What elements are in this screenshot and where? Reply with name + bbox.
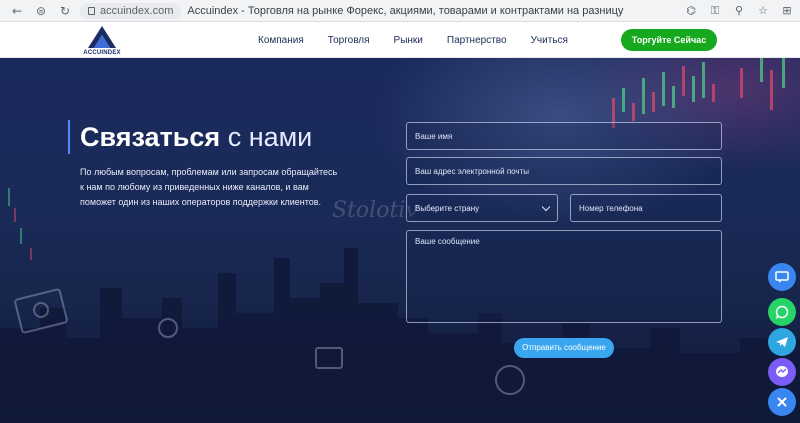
chat-icon [775, 271, 789, 283]
nav-markets[interactable]: Рынки [394, 35, 423, 46]
star-icon[interactable]: ☆ [756, 4, 770, 18]
logo-text: ACCUINDEX [83, 50, 121, 56]
account-icon[interactable]: ⊜ [34, 4, 48, 18]
messenger-icon [776, 366, 788, 377]
phone-input[interactable] [570, 194, 722, 222]
send-message-button[interactable]: Отправить сообщение [514, 338, 614, 358]
logo-mark-icon [88, 26, 116, 48]
telegram-icon [776, 337, 788, 347]
logo[interactable]: ACCUINDEX [80, 24, 124, 56]
intro-text: По любым вопросам, проблемам или запроса… [80, 167, 338, 207]
tab-title: Accuindex - Торговля на рынке Форекс, ак… [187, 4, 627, 17]
trade-now-button[interactable]: Торгуйте Сейчас [621, 29, 717, 51]
country-select-label: Выберите страну [415, 204, 480, 213]
contact-hero: Связаться с нами По любым вопросам, проб… [0, 58, 800, 423]
name-input[interactable] [406, 122, 722, 150]
country-select[interactable]: Выберите страну [406, 194, 558, 222]
page-title-bold: Связаться [80, 122, 221, 152]
page-title-rest: с нами [227, 122, 313, 152]
site-header: ACCUINDEX Компания Торговля Рынки Партне… [0, 22, 800, 58]
address-bar[interactable]: accuindex.com [80, 2, 182, 19]
message-textarea[interactable] [406, 230, 722, 323]
key-icon[interactable]: ⚿ [708, 4, 722, 18]
chat-button[interactable] [768, 263, 796, 291]
nav-partnership[interactable]: Партнерство [447, 35, 507, 46]
title-accent-bar [68, 120, 70, 154]
extension-icon[interactable]: ⊞ [780, 4, 794, 18]
nav-learn[interactable]: Учиться [531, 35, 568, 46]
zoom-icon[interactable]: ⚲ [732, 4, 746, 18]
close-social-button[interactable] [768, 388, 796, 416]
whatsapp-button[interactable] [768, 298, 796, 326]
page-title: Связаться с нами [80, 122, 312, 153]
watermark: Stolotiv [332, 198, 418, 223]
browser-actions: ⌬ ⚿ ⚲ ☆ ⊞ [684, 4, 794, 18]
whatsapp-icon [775, 305, 789, 319]
close-icon [777, 397, 787, 407]
back-icon[interactable]: ← [10, 4, 24, 18]
email-input[interactable] [406, 157, 722, 185]
lock-icon [88, 6, 95, 15]
url-text: accuindex.com [100, 4, 174, 17]
nav-company[interactable]: Компания [258, 35, 304, 46]
telegram-button[interactable] [768, 328, 796, 356]
main-nav: Компания Торговля Рынки Партнерство Учит… [258, 22, 592, 58]
browser-bar: ← ⊜ ↻ accuindex.com Accuindex - Торговля… [0, 0, 800, 22]
translate-icon[interactable]: ⌬ [684, 4, 698, 18]
nav-trading[interactable]: Торговля [328, 35, 370, 46]
reload-icon[interactable]: ↻ [58, 4, 72, 18]
messenger-button[interactable] [768, 358, 796, 386]
